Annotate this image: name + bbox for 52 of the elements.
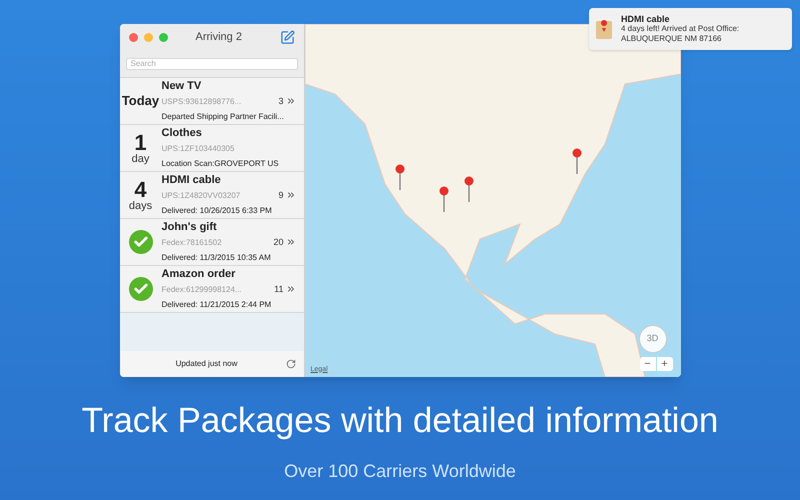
days-number: 4	[134, 178, 147, 200]
tracking-number: USPS:93612898776...	[162, 96, 242, 108]
arrival-label: Today	[122, 92, 160, 110]
package-row[interactable]: 4 days HDMI cable UPS:1Z4820VV03207 9 Delivered: 10/26/2015 6:33 PM	[120, 171, 304, 218]
refresh-button[interactable]	[286, 359, 296, 369]
package-name: Clothes	[162, 126, 203, 140]
chevrons-right-icon[interactable]	[286, 284, 296, 294]
notification-banner[interactable]: HDMI cable 4 days left! Arrived at Post Office: ALBUQUERQUE NM 87166	[589, 8, 792, 50]
tracking-number: Fedex:78161502	[162, 236, 222, 248]
event-count: 20	[273, 236, 284, 248]
package-row[interactable]: Today New TV USPS:93612898776... 3 Departed Shipping Partner Facili...	[120, 77, 304, 124]
map-pin-icon[interactable]	[394, 164, 404, 190]
chevrons-right-icon[interactable]	[286, 96, 296, 106]
check-icon	[128, 277, 152, 301]
event-count: 11	[274, 282, 284, 296]
tracking-number: UPS:1Z4820VV03207	[162, 190, 240, 202]
zoom-out-button[interactable]: −	[640, 357, 656, 371]
chevrons-right-icon[interactable]	[286, 190, 296, 200]
status-text: Location Scan:GROVEPORT US	[162, 158, 280, 170]
window-title: Arriving 2	[196, 30, 242, 45]
map-pin-icon[interactable]	[438, 186, 448, 212]
package-row[interactable]: Amazon order Fedex:61299998124... 11 Delivered: 11/21/2015 2:44 PM	[120, 265, 304, 312]
map-pin-icon[interactable]	[464, 176, 474, 202]
subheadline: Over 100 Carriers Worldwide	[284, 460, 516, 482]
zoom-in-button[interactable]: +	[656, 357, 672, 371]
event-count: 9	[278, 188, 284, 202]
package-row[interactable]: John's gift Fedex:78161502 20 Delivered: 11/3/2015 10:35 AM	[120, 218, 304, 265]
days-number: 1	[134, 132, 147, 154]
tracking-number: Fedex:61299998124...	[162, 284, 242, 296]
package-name: John's gift	[162, 220, 218, 234]
days-unit: day	[132, 154, 150, 164]
package-map-icon	[595, 18, 613, 40]
chevrons-right-icon[interactable]	[286, 237, 296, 247]
status-text: Delivered: 10/26/2015 6:33 PM	[162, 204, 273, 216]
status-text: Delivered: 11/21/2015 2:44 PM	[162, 298, 272, 310]
package-row[interactable]: 1 day Clothes UPS:1ZF103440305 Location Scan:GROVEPORT US	[120, 124, 304, 171]
headline: Track Packages with detailed information	[82, 400, 718, 442]
package-name: Amazon order	[162, 266, 236, 282]
status-text: Delivered: 11/3/2015 10:35 AM	[162, 252, 272, 264]
map-pin-icon[interactable]	[572, 148, 582, 174]
days-unit: days	[128, 200, 152, 212]
tracking-number: UPS:1ZF103440305	[162, 142, 234, 154]
package-name: HDMI cable	[162, 172, 222, 188]
update-status: Updated just now	[174, 358, 238, 370]
compose-button[interactable]	[280, 30, 294, 44]
status-text: Departed Shipping Partner Facili...	[162, 110, 285, 123]
event-count: 3	[278, 94, 284, 108]
search-field[interactable]: Search	[126, 58, 298, 70]
notification-title: HDMI cable	[621, 14, 671, 24]
close-button[interactable]	[128, 32, 138, 42]
check-icon	[128, 230, 152, 254]
package-name: New TV	[162, 78, 202, 94]
